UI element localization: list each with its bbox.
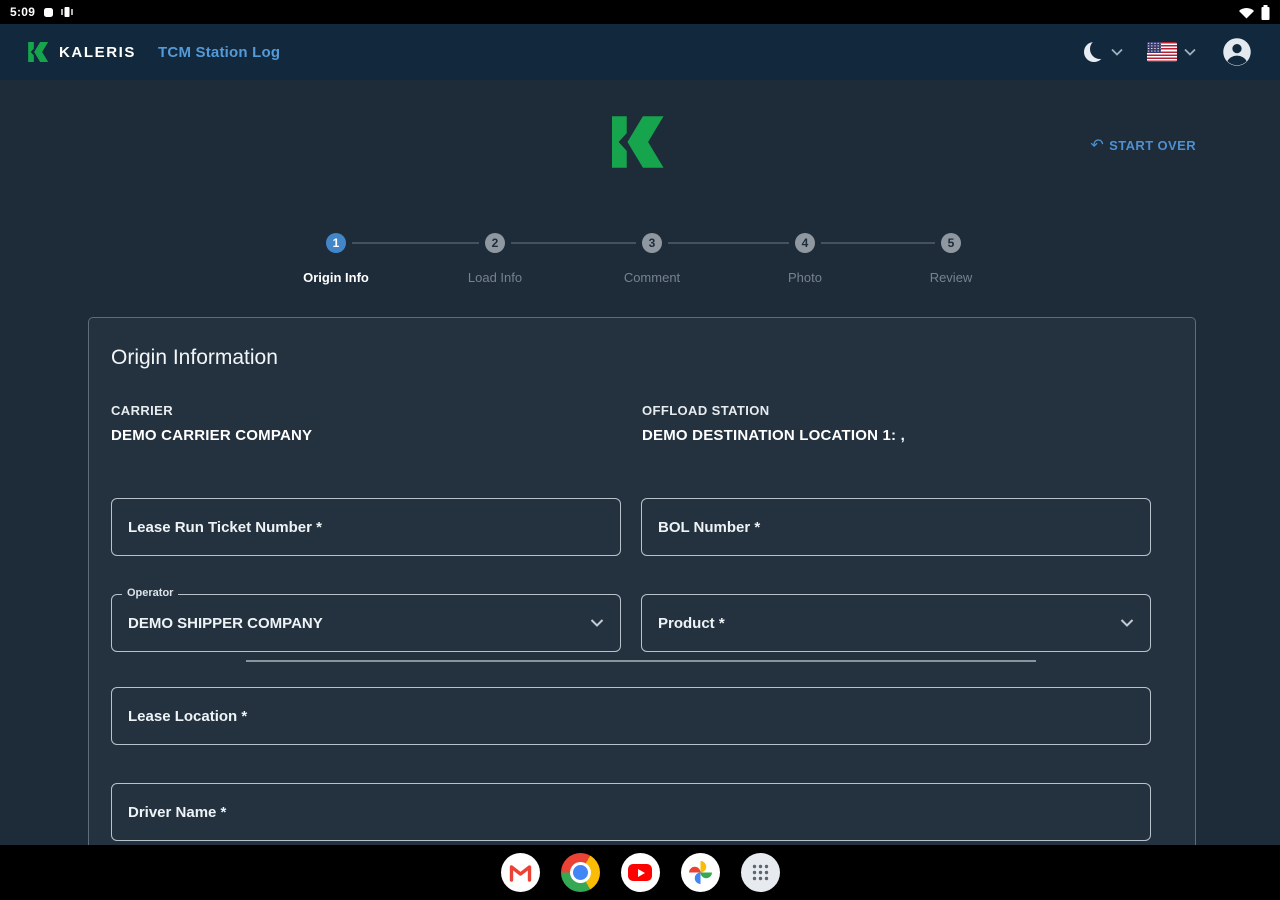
divider (246, 660, 1036, 662)
android-dock (0, 845, 1280, 900)
step-circle: 3 (642, 233, 662, 253)
carrier-info: CARRIER DEMO CARRIER COMPANY (111, 403, 312, 444)
wifi-icon (1238, 5, 1255, 20)
lease-run-ticket-number-input[interactable]: Lease Run Ticket Number * (111, 498, 621, 556)
product-select[interactable]: Product * (641, 594, 1151, 652)
origin-information-card: Origin Information CARRIER DEMO CARRIER … (88, 317, 1196, 845)
app-title: TCM Station Log (158, 44, 280, 61)
language-flag-us[interactable] (1147, 42, 1177, 62)
field-label: BOL Number * (658, 519, 760, 536)
carrier-label: CARRIER (111, 403, 312, 418)
status-system-icons (1238, 5, 1270, 20)
account-icon[interactable] (1222, 37, 1252, 67)
brand-name: KALERIS (59, 44, 136, 61)
chevron-down-icon (590, 619, 604, 628)
step-label: Load Info (425, 270, 565, 285)
bol-number-input[interactable]: BOL Number * (641, 498, 1151, 556)
step-circle: 5 (941, 233, 961, 253)
header-actions (1084, 37, 1252, 67)
field-label: Product * (658, 615, 725, 632)
chevron-down-icon[interactable] (1184, 48, 1196, 56)
field-label: Lease Location * (128, 708, 247, 725)
offload-station-label: OFFLOAD STATION (642, 403, 905, 418)
chrome-ring (570, 862, 591, 883)
kaleris-logo-large (612, 116, 668, 173)
vibrate-icon (60, 6, 74, 18)
step-circle: 4 (795, 233, 815, 253)
step-label: Review (881, 270, 1021, 285)
operator-select[interactable]: Operator DEMO SHIPPER COMPANY (111, 594, 621, 652)
battery-icon (1261, 5, 1270, 20)
start-over-label: START OVER (1109, 138, 1196, 153)
offload-station-info: OFFLOAD STATION DEMO DESTINATION LOCATIO… (642, 403, 905, 444)
chevron-down-icon (1120, 619, 1134, 628)
step-origin-info[interactable]: 1 Origin Info (266, 233, 406, 285)
chrome-icon[interactable] (561, 853, 600, 892)
screen: 5:09 KALERIS TCM Station Log (0, 0, 1280, 900)
card-title: Origin Information (111, 346, 278, 370)
photos-icon[interactable] (681, 853, 720, 892)
chevron-down-icon[interactable] (1111, 48, 1123, 56)
app-header: KALERIS TCM Station Log (0, 24, 1280, 80)
step-load-info[interactable]: 2 Load Info (425, 233, 565, 285)
lease-location-input[interactable]: Lease Location * (111, 687, 1151, 745)
start-over-button[interactable]: ↶ START OVER (1090, 138, 1196, 153)
status-notification-icons (43, 6, 74, 18)
step-label: Origin Info (266, 270, 406, 285)
step-review[interactable]: 5 Review (881, 233, 1021, 285)
gmail-icon[interactable] (501, 853, 540, 892)
step-circle: 1 (326, 233, 346, 253)
field-label: Lease Run Ticket Number * (128, 519, 322, 536)
youtube-play-rect (628, 864, 652, 881)
step-comment[interactable]: 3 Comment (582, 233, 722, 285)
undo-icon: ↶ (1090, 139, 1104, 152)
carrier-value: DEMO CARRIER COMPANY (111, 427, 312, 444)
field-label: Driver Name * (128, 804, 226, 821)
step-circle: 2 (485, 233, 505, 253)
dark-mode-icon[interactable] (1084, 42, 1104, 62)
step-photo[interactable]: 4 Photo (735, 233, 875, 285)
chrome-center (573, 865, 588, 880)
status-time: 5:09 (10, 5, 35, 19)
operator-value: DEMO SHIPPER COMPANY (128, 615, 323, 632)
app-drawer-icon[interactable] (741, 853, 780, 892)
status-bar: 5:09 (0, 0, 1280, 24)
youtube-icon[interactable] (621, 853, 660, 892)
operator-floating-label: Operator (122, 587, 178, 599)
kaleris-logo-icon (28, 42, 50, 62)
step-label: Photo (735, 270, 875, 285)
driver-name-input[interactable]: Driver Name * (111, 783, 1151, 841)
offload-station-value: DEMO DESTINATION LOCATION 1: , (642, 427, 905, 444)
main-content: ↶ START OVER 1 Origin Info 2 Load Info 3… (0, 80, 1280, 845)
play-icon (638, 869, 645, 877)
notification-icon (43, 7, 54, 18)
step-label: Comment (582, 270, 722, 285)
